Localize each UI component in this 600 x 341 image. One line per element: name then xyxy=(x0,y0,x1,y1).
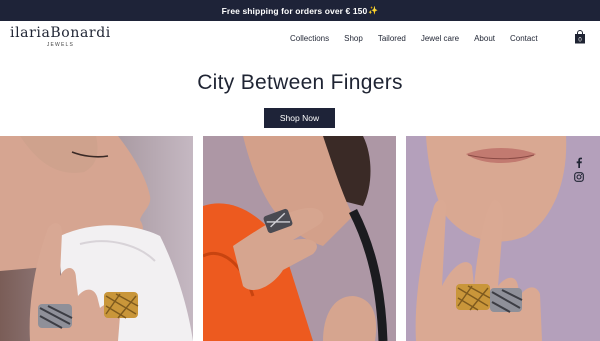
hero-title: City Between Fingers xyxy=(197,71,403,94)
facebook-icon[interactable] xyxy=(573,156,585,168)
brand-tagline: JEWELS xyxy=(46,42,75,48)
nav-item-shop[interactable]: Shop xyxy=(344,34,363,43)
gallery-image-lips-rings[interactable] xyxy=(406,136,600,341)
nav-item-contact[interactable]: Contact xyxy=(510,34,538,43)
promo-text: Free shipping for orders over € 150 xyxy=(221,5,368,16)
nav-item-collections[interactable]: Collections xyxy=(290,34,329,43)
gallery-image-profile-rings[interactable] xyxy=(0,136,193,341)
brand-name: ilariaBonardi xyxy=(10,25,111,41)
nav-item-about[interactable]: About xyxy=(474,34,495,43)
nav-item-tailored[interactable]: Tailored xyxy=(378,34,406,43)
nav-item-jewel-care[interactable]: Jewel care xyxy=(421,34,459,43)
promo-bar: Free shipping for orders over € 150 ✨ xyxy=(0,0,600,21)
shopping-bag-icon[interactable]: 0 xyxy=(574,30,586,44)
site-header: ilariaBonardi JEWELS Collections Shop Ta… xyxy=(0,21,600,55)
shop-now-button[interactable]: Shop Now xyxy=(264,108,335,128)
gallery-image-orange-top[interactable] xyxy=(203,136,396,341)
brand-logo[interactable]: ilariaBonardi JEWELS xyxy=(10,25,111,48)
main-nav: Collections Shop Tailored Jewel care Abo… xyxy=(290,21,538,55)
instagram-icon[interactable] xyxy=(573,171,585,183)
sparkle-icon: ✨ xyxy=(368,6,379,15)
